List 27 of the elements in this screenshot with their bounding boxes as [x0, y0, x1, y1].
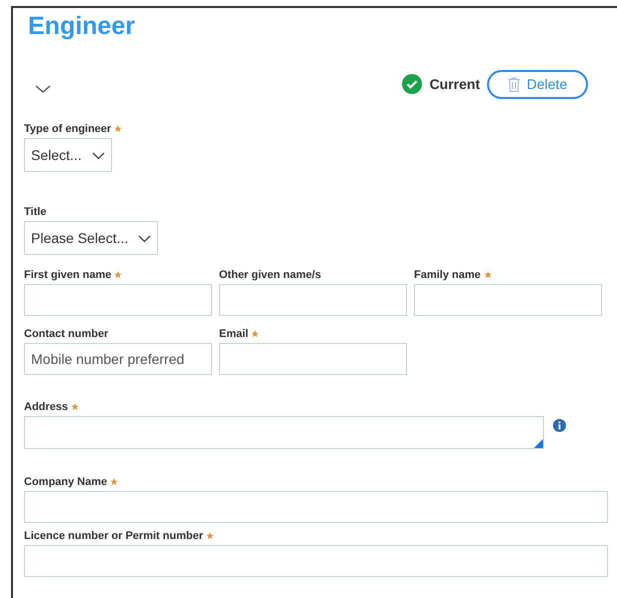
text-field[interactable]: [414, 284, 602, 316]
text-field[interactable]: [219, 284, 407, 316]
field-label: Company Name: [24, 476, 108, 488]
section-heading: Engineer: [28, 11, 136, 41]
dropdown-field[interactable]: Select...: [24, 138, 112, 172]
field-label: Licence number or Permit number: [24, 530, 204, 542]
field-label: Other given name/s: [219, 269, 322, 281]
dropdown-field[interactable]: Please Select...: [24, 221, 158, 255]
field-label: Email: [219, 328, 248, 340]
check-circle-icon: [402, 74, 422, 94]
text-field[interactable]: [24, 491, 608, 523]
field-label: First given name: [24, 269, 112, 281]
field-label: Address: [24, 401, 68, 413]
field-label: Title: [24, 206, 46, 218]
delete-button[interactable]: Delete: [487, 70, 588, 98]
status-label: Current: [429, 76, 480, 92]
info-icon[interactable]: [553, 419, 566, 432]
field-label: Family name: [414, 269, 481, 281]
text-field[interactable]: [219, 343, 407, 375]
field-label: Type of engineer: [24, 123, 112, 135]
text-field[interactable]: [24, 545, 608, 577]
trash-icon: [508, 76, 520, 92]
field-label: Contact number: [24, 328, 108, 340]
text-field[interactable]: Mobile number preferred: [24, 343, 212, 375]
resize-handle-icon[interactable]: [534, 439, 543, 448]
text-field[interactable]: [24, 284, 212, 316]
chevron-down-icon[interactable]: [35, 84, 51, 94]
